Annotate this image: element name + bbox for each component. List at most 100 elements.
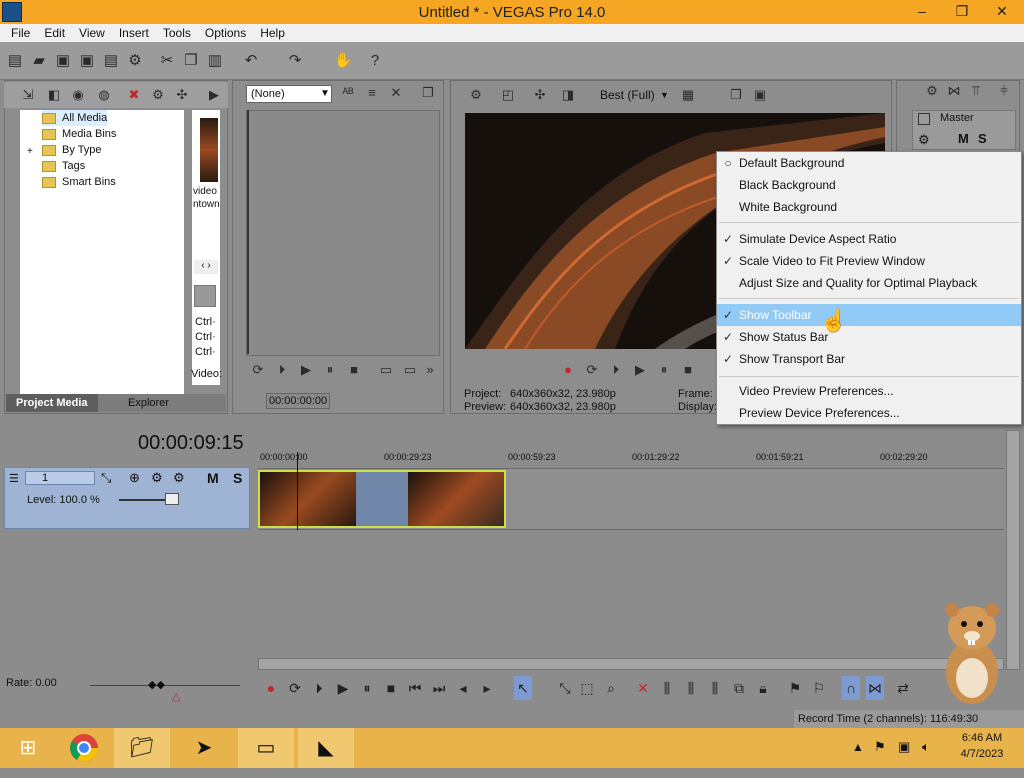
- pause-icon[interactable]: ⏸: [656, 362, 672, 378]
- cursor-app-icon[interactable]: ➤: [176, 728, 232, 768]
- save-icon[interactable]: ▣: [54, 52, 72, 70]
- track-number[interactable]: 1: [25, 471, 95, 485]
- solo-button[interactable]: S: [978, 131, 987, 146]
- menu-item-video-preview-prefs[interactable]: Video Preview Preferences...: [717, 380, 1021, 402]
- region-icon[interactable]: ⚐: [810, 676, 828, 700]
- remove-icon[interactable]: ✖: [126, 87, 142, 103]
- prev-frame-icon[interactable]: ◂: [454, 676, 472, 700]
- level-slider-thumb[interactable]: [165, 493, 179, 505]
- marker-icon[interactable]: ✣: [174, 87, 190, 103]
- file-explorer-icon[interactable]: 📁︎: [114, 728, 170, 768]
- properties-icon[interactable]: ⚙: [126, 52, 144, 70]
- copy-snapshot-icon[interactable]: ❐: [728, 87, 744, 103]
- play-icon[interactable]: ▶: [298, 362, 314, 378]
- pause-icon[interactable]: ⏸: [322, 362, 338, 378]
- save-snapshot-icon[interactable]: ▣: [752, 87, 768, 103]
- play-icon[interactable]: ▶: [632, 362, 648, 378]
- loop-icon[interactable]: ⟳: [584, 362, 600, 378]
- trim-icon[interactable]: ⫼: [658, 676, 676, 700]
- next-frame-icon[interactable]: ▸: [478, 676, 496, 700]
- split-screen-icon[interactable]: ✣: [532, 87, 548, 103]
- play-icon[interactable]: ▶: [334, 676, 352, 700]
- stop-icon[interactable]: ■: [680, 362, 696, 378]
- windows-start-icon[interactable]: ⊞: [0, 728, 56, 768]
- menu-item-black-background[interactable]: Black Background: [717, 174, 1021, 196]
- network-icon[interactable]: ▣: [898, 739, 910, 755]
- menu-file[interactable]: File: [11, 26, 30, 40]
- fx-icon[interactable]: ⚙: [918, 132, 930, 148]
- tree-item-smart-bins[interactable]: Smart Bins: [42, 174, 116, 190]
- clear-icon[interactable]: ✕: [388, 85, 404, 101]
- snapping-icon[interactable]: ∩: [842, 676, 860, 700]
- media-fx-icon[interactable]: ⚙: [150, 87, 166, 103]
- capture-icon[interactable]: ◧: [46, 87, 62, 103]
- delete-icon[interactable]: ✕: [634, 676, 652, 700]
- copy-icon[interactable]: ❐: [182, 52, 200, 70]
- collapse-icon[interactable]: ☰: [9, 472, 19, 485]
- tree-item-by-type[interactable]: By Type: [42, 142, 102, 158]
- record-icon[interactable]: ●: [262, 676, 280, 700]
- trim-end-icon[interactable]: ⫼: [706, 676, 724, 700]
- timeline-scrollbar[interactable]: [258, 658, 1004, 670]
- menu-edit[interactable]: Edit: [44, 26, 65, 40]
- menu-help[interactable]: Help: [260, 26, 285, 40]
- trimmer-timecode[interactable]: 00:00:00:00: [266, 393, 330, 409]
- disc-icon[interactable]: ◉: [70, 87, 86, 103]
- menu-item-show-toolbar[interactable]: ✓ Show Toolbar: [717, 304, 1021, 326]
- chrome-icon[interactable]: [56, 728, 112, 768]
- selection-tool-icon[interactable]: ⬚: [578, 676, 596, 700]
- media-thumbnail[interactable]: [200, 118, 218, 182]
- web-icon[interactable]: ◍: [96, 87, 112, 103]
- list-icon[interactable]: ≡: [364, 85, 380, 101]
- insert-bus-icon[interactable]: ⫪: [968, 83, 984, 99]
- chevron-down-icon[interactable]: ▼: [660, 90, 669, 100]
- play-from-start-icon[interactable]: ⏵: [608, 362, 624, 378]
- gear-icon[interactable]: ⚙: [468, 87, 484, 103]
- clock-time[interactable]: 6:46 AM: [950, 732, 1014, 744]
- tab-project-media[interactable]: Project Media: [6, 394, 98, 412]
- timeline-ruler[interactable]: 00:00:00:00 00:00:29:23 00:00:59:23 00:0…: [258, 450, 1004, 468]
- mute-button[interactable]: M: [207, 470, 219, 486]
- marker-icon[interactable]: ⚑: [786, 676, 804, 700]
- menu-item-scale-video[interactable]: ✓ Scale Video to Fit Preview Window: [717, 250, 1021, 272]
- track-motion-icon[interactable]: ⤡: [101, 470, 111, 486]
- auto-crossfade-icon[interactable]: ⋈: [866, 676, 884, 700]
- fx-icon[interactable]: ⚙: [151, 470, 163, 486]
- timeline-empty-area[interactable]: [258, 530, 1004, 658]
- close-button[interactable]: ✕: [982, 0, 1022, 22]
- split-icon[interactable]: ⧉: [730, 676, 748, 700]
- zoom-tool-icon[interactable]: ⌕: [602, 676, 620, 700]
- menu-insert[interactable]: Insert: [119, 26, 149, 40]
- rate-slider-thumb[interactable]: ◆◆: [148, 678, 165, 691]
- overwrite-icon[interactable]: ▭: [402, 362, 418, 378]
- menu-item-preview-device-prefs[interactable]: Preview Device Preferences...: [717, 402, 1021, 424]
- expand-icon[interactable]: +: [27, 146, 33, 157]
- menu-item-default-background[interactable]: ○ Default Background: [717, 152, 1021, 174]
- overlays-icon[interactable]: ◨: [560, 87, 576, 103]
- solo-button[interactable]: S: [233, 470, 242, 486]
- menu-item-simulate-aspect[interactable]: ✓ Simulate Device Aspect Ratio: [717, 228, 1021, 250]
- loop-icon[interactable]: ⟳: [286, 676, 304, 700]
- flag-icon[interactable]: ⚑: [874, 739, 886, 755]
- vegas-taskbar-icon[interactable]: ◣: [298, 728, 354, 768]
- trimmer-area[interactable]: [246, 110, 440, 356]
- redo-icon[interactable]: ↷: [286, 52, 304, 70]
- scroll-arrows[interactable]: ‹ ›: [194, 260, 218, 274]
- save-as-icon[interactable]: ▣: [78, 52, 96, 70]
- add-to-timeline-icon[interactable]: ▭: [378, 362, 394, 378]
- volume-icon[interactable]: 🔈︎: [922, 739, 930, 755]
- route-icon[interactable]: ⋈: [946, 83, 962, 99]
- tree-item-media-bins[interactable]: Media Bins: [42, 126, 116, 142]
- render-icon[interactable]: ▤: [102, 52, 120, 70]
- abc-icon[interactable]: ᴬᴮ: [340, 85, 356, 101]
- external-monitor-icon[interactable]: ◰: [500, 87, 516, 103]
- play-from-start-icon[interactable]: ⏵: [274, 362, 290, 378]
- loop-icon[interactable]: ⟳: [250, 362, 266, 378]
- go-to-end-icon[interactable]: ⏭: [430, 676, 448, 700]
- play-icon[interactable]: ▶: [206, 87, 222, 103]
- faders-icon[interactable]: ⫩: [996, 83, 1012, 99]
- menu-item-white-background[interactable]: White Background: [717, 196, 1021, 218]
- fx-icon[interactable]: [194, 285, 216, 307]
- menu-tools[interactable]: Tools: [163, 26, 191, 40]
- rate-slider[interactable]: [90, 685, 240, 686]
